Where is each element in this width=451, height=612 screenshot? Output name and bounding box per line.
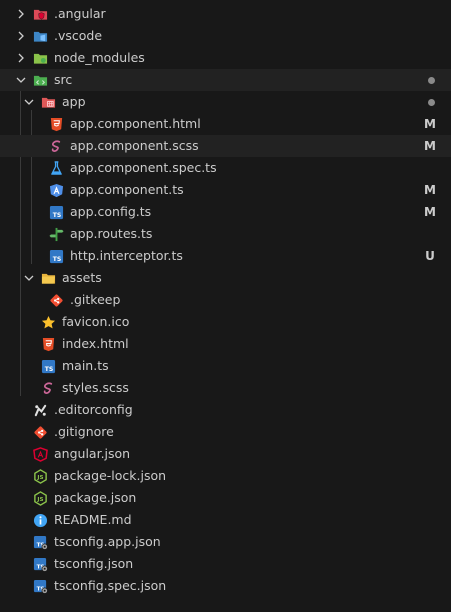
tree-item-label: .vscode	[54, 28, 103, 43]
git-file-icon	[32, 424, 48, 440]
tree-item-label: main.ts	[62, 358, 109, 373]
tree-item-label: node_modules	[54, 50, 145, 65]
app-folder-icon	[40, 94, 56, 110]
tree-item-assets-folder[interactable]: assets	[0, 267, 451, 289]
assets-folder-icon	[40, 270, 56, 286]
tree-item-label: README.md	[54, 512, 132, 527]
angular-component-icon	[48, 182, 64, 198]
tree-item-node-modules-folder[interactable]: node_modules	[0, 47, 451, 69]
html-file-icon	[40, 336, 56, 352]
angular-icon	[32, 446, 48, 462]
tree-item-label: app.component.ts	[70, 182, 184, 197]
tsconfig-file-icon: TS	[32, 556, 48, 572]
tree-item-index-html[interactable]: index.html	[0, 333, 451, 355]
tree-item-label: index.html	[62, 336, 129, 351]
chevron-down-icon	[22, 91, 36, 113]
tree-item-angular-folder[interactable]: .angular	[0, 3, 451, 25]
tree-item-styles-scss[interactable]: styles.scss	[0, 377, 451, 399]
tree-item-label: favicon.ico	[62, 314, 130, 329]
modified-indicator-dot	[428, 99, 435, 106]
tree-item-editorconfig[interactable]: .editorconfig	[0, 399, 451, 421]
tsconfig-file-icon: TS	[32, 534, 48, 550]
svg-text:TS: TS	[52, 212, 61, 219]
node-modules-folder-icon	[32, 50, 48, 66]
tree-item-label: .gitkeep	[70, 292, 121, 307]
typescript-file-icon: TS	[48, 204, 64, 220]
tree-item-label: http.interceptor.ts	[70, 248, 183, 263]
git-status-badge: M	[424, 139, 436, 153]
tree-item-http-interceptor-ts[interactable]: TS http.interceptor.ts U	[0, 245, 451, 267]
tree-item-label: app.component.scss	[70, 138, 199, 153]
tree-item-main-ts[interactable]: TS main.ts	[0, 355, 451, 377]
tree-item-label: tsconfig.app.json	[54, 534, 161, 549]
tree-item-label: app.component.html	[70, 116, 201, 131]
modified-indicator-dot	[428, 77, 435, 84]
tree-item-tsconfig-json[interactable]: TS tsconfig.json	[0, 553, 451, 575]
tree-item-label: assets	[62, 270, 102, 285]
tree-item-gitkeep[interactable]: .gitkeep	[0, 289, 451, 311]
tree-item-tsconfig-spec-json[interactable]: TS tsconfig.spec.json	[0, 575, 451, 597]
tree-item-label: .angular	[54, 6, 106, 21]
info-icon	[32, 512, 48, 528]
tree-item-src-folder[interactable]: src	[0, 69, 451, 91]
chevron-right-icon	[14, 25, 28, 47]
typescript-file-icon: TS	[48, 248, 64, 264]
vscode-folder-icon	[32, 28, 48, 44]
tree-item-app-component-scss[interactable]: app.component.scss M	[0, 135, 451, 157]
nodejs-icon: JS	[32, 468, 48, 484]
tree-item-label: app.config.ts	[70, 204, 152, 219]
scss-file-icon	[40, 380, 56, 396]
tree-item-label: styles.scss	[62, 380, 129, 395]
tree-item-label: package.json	[54, 490, 137, 505]
tree-item-label: app	[62, 94, 86, 109]
tree-item-favicon-ico[interactable]: favicon.ico	[0, 311, 451, 333]
tree-item-label: app.component.spec.ts	[70, 160, 217, 175]
scss-file-icon	[48, 138, 64, 154]
tree-item-label: angular.json	[54, 446, 131, 461]
tsconfig-file-icon: TS	[32, 578, 48, 594]
tree-item-package-json[interactable]: JS package.json	[0, 487, 451, 509]
tree-item-app-routes-ts[interactable]: app.routes.ts	[0, 223, 451, 245]
html-file-icon	[48, 116, 64, 132]
tree-item-readme-md[interactable]: README.md	[0, 509, 451, 531]
tree-item-app-folder[interactable]: app	[0, 91, 451, 113]
tree-item-vscode-folder[interactable]: .vscode	[0, 25, 451, 47]
tree-item-label: app.routes.ts	[70, 226, 153, 241]
svg-text:JS: JS	[36, 475, 43, 481]
tree-item-label: src	[54, 72, 73, 87]
tree-item-label: .editorconfig	[54, 402, 133, 417]
typescript-file-icon: TS	[40, 358, 56, 374]
tree-item-package-lock-json[interactable]: JS package-lock.json	[0, 465, 451, 487]
chevron-down-icon	[22, 267, 36, 289]
git-status-badge: M	[424, 205, 436, 219]
tree-item-app-component-spec-ts[interactable]: app.component.spec.ts	[0, 157, 451, 179]
nodejs-icon: JS	[32, 490, 48, 506]
src-folder-icon	[32, 72, 48, 88]
git-status-badge: M	[424, 183, 436, 197]
tree-item-label: .gitignore	[54, 424, 114, 439]
routes-signpost-icon	[48, 226, 64, 242]
tree-item-app-component-html[interactable]: app.component.html M	[0, 113, 451, 135]
tree-item-angular-json[interactable]: angular.json	[0, 443, 451, 465]
tree-item-tsconfig-app-json[interactable]: TS tsconfig.app.json	[0, 531, 451, 553]
tree-item-label: tsconfig.json	[54, 556, 134, 571]
angular-folder-icon	[32, 6, 48, 22]
git-status-badge: U	[425, 249, 435, 263]
chevron-down-icon	[14, 69, 28, 91]
editorconfig-icon	[32, 402, 48, 418]
svg-text:JS: JS	[36, 497, 43, 503]
tree-item-app-component-ts[interactable]: app.component.ts M	[0, 179, 451, 201]
svg-text:TS: TS	[52, 256, 61, 263]
chevron-right-icon	[14, 47, 28, 69]
tree-item-label: package-lock.json	[54, 468, 167, 483]
tree-item-gitignore[interactable]: .gitignore	[0, 421, 451, 443]
flask-test-icon	[48, 160, 64, 176]
git-file-icon	[48, 292, 64, 308]
star-icon	[40, 314, 56, 330]
chevron-right-icon	[14, 3, 28, 25]
git-status-badge: M	[424, 117, 436, 131]
tree-item-label: tsconfig.spec.json	[54, 578, 167, 593]
svg-text:TS: TS	[44, 366, 53, 373]
tree-item-app-config-ts[interactable]: TS app.config.ts M	[0, 201, 451, 223]
